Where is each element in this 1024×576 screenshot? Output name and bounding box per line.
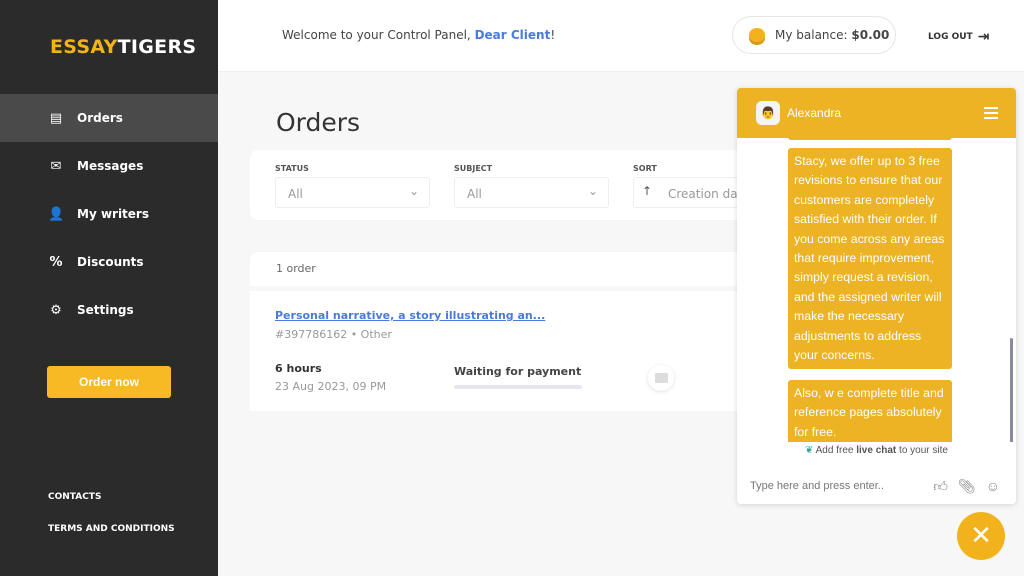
order-status: Waiting for payment [454,365,582,378]
page-title: Orders [276,108,361,137]
logo[interactable]: ESSAYTIGERS [50,36,196,58]
sidebar: ESSAYTIGERS ▤ Orders ✉ Messages 👤 My writer… [0,0,218,576]
order-title-link[interactable]: Personal narrative, a story illustrating… [275,309,545,322]
chat-messages: Stacy, we offer up to 3 free revisions t… [737,138,1016,442]
leaf-icon: ❦ [805,445,814,456]
message-icon [654,373,668,383]
chat-header: 👨 Alexandra [737,88,1016,138]
envelope-icon: ✉ [50,158,62,174]
sidebar-item-messages[interactable]: ✉ Messages [0,142,218,190]
sidebar-item-my-writers[interactable]: 👤 My writers [0,190,218,238]
order-progress-bar [454,385,582,389]
order-meta: #397786162 • Other [275,328,392,341]
powered-by-link[interactable]: ❦ Add free live chat to your site [737,445,1016,456]
subject-select[interactable]: All ⌄ [454,177,609,208]
emoji-icon[interactable]: ☺ [986,478,1000,495]
top-bar: Welcome to your Control Panel, Dear Clie… [218,0,1024,72]
chevron-down-icon: ⌄ [587,184,598,198]
chat-bubble: Stacy, we offer up to 3 free revisions t… [788,148,952,370]
logout-icon: ⇥ [977,29,990,45]
user-edit-icon: 👤 [48,206,65,222]
order-duration: 6 hours [275,362,322,375]
chat-widget: 👨 Alexandra Stacy, we offer up to 3 free… [737,88,1016,504]
thumbs-up-icon[interactable]: 👍︎ [933,478,948,495]
close-chat-button[interactable]: ✕ [957,512,1005,560]
filters-panel: STATUS All ⌄ SUBJECT All ⌄ SORT ↑ Creation … [250,150,750,220]
coins-icon [749,28,765,42]
sidebar-item-orders[interactable]: ▤ Orders [0,94,218,142]
order-date: 23 Aug 2023, 09 PM [275,380,387,393]
order-now-button[interactable]: Order now [47,366,171,398]
chat-scrollbar[interactable] [1010,338,1013,442]
order-count: 1 order [250,252,750,286]
menu-icon[interactable] [984,107,998,122]
message-button[interactable] [648,365,674,391]
contacts-link[interactable]: CONTACTS [48,492,101,502]
balance-pill[interactable]: My balance: $0.00 [732,16,896,54]
arrow-up-icon[interactable]: ↑ [642,184,652,198]
chevron-down-icon: ⌄ [408,184,419,198]
paperclip-icon[interactable]: 📎︎ [958,478,976,495]
order-card[interactable]: Personal narrative, a story illustrating… [250,291,750,411]
agent-name: Alexandra [787,106,842,120]
status-select[interactable]: All ⌄ [275,177,430,208]
sidebar-item-settings[interactable]: ⚙ Settings [0,286,218,334]
chat-input[interactable]: Type here and press enter.. [750,480,884,492]
chat-bubble: Also, w e complete title and reference p… [788,380,952,442]
close-icon: ✕ [970,521,992,551]
welcome-text: Welcome to your Control Panel, Dear Clie… [282,28,556,42]
sidebar-item-discounts[interactable]: % Discounts [0,238,218,286]
sort-select[interactable]: ↑ Creation dat [633,177,750,208]
gear-icon: ⚙ [50,302,62,318]
chat-bubble-previous [788,138,952,140]
percent-icon: % [49,254,63,270]
document-icon: ▤ [49,110,63,126]
terms-link[interactable]: TERMS AND CONDITIONS [48,524,175,534]
avatar: 👨 [756,101,780,125]
logout-button[interactable]: LOG OUT ⇥ [928,29,989,45]
